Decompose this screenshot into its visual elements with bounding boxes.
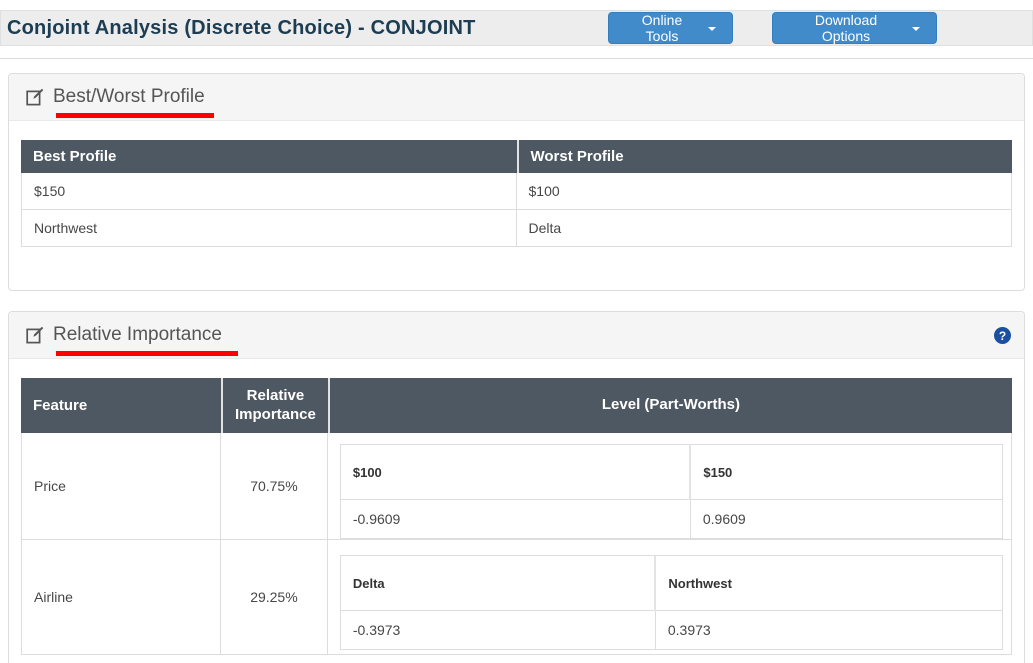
- relative-importance-panel-body: Feature Relative Importance Level (Part-…: [9, 359, 1024, 655]
- worst-profile-price-cell: $100: [517, 173, 1013, 210]
- price-levels-table: $100 $150 -0.9609 0.9609: [340, 444, 1003, 539]
- level-header: $150: [690, 445, 1002, 500]
- best-profile-price-cell: $150: [21, 173, 517, 210]
- best-worst-table: Best Profile Worst Profile $150 $100 Nor…: [21, 140, 1012, 247]
- download-options-button[interactable]: Download Options: [772, 12, 937, 44]
- level-header: $100: [340, 445, 690, 500]
- part-worth-value: -0.9609: [340, 500, 690, 539]
- section-heading: Relative Importance: [53, 324, 222, 346]
- feature-name-cell: Price: [21, 433, 221, 540]
- red-underline: [56, 351, 238, 356]
- table-row: $150 $100: [21, 173, 1012, 210]
- relative-importance-panel: Relative Importance ? Feature Relative I…: [8, 311, 1025, 663]
- edit-pencil-icon[interactable]: [26, 326, 44, 344]
- best-worst-panel-heading: Best/Worst Profile: [9, 74, 1024, 121]
- level-header: Northwest: [655, 556, 1002, 611]
- relative-importance-table: Feature Relative Importance Level (Part-…: [21, 378, 1012, 655]
- toolbar: Online Tools Download Options: [608, 12, 937, 44]
- level-part-worths-cell: Delta Northwest -0.3973 0.3973: [328, 540, 1012, 655]
- part-worth-value: -0.3973: [340, 611, 655, 650]
- column-header-best-profile: Best Profile: [21, 140, 517, 173]
- section-heading: Best/Worst Profile: [53, 86, 205, 108]
- best-profile-airline-cell: Northwest: [21, 210, 517, 247]
- feature-row-airline: Airline 29.25% Delta Northwest: [21, 540, 1012, 655]
- column-header-relative-importance: Relative Importance: [221, 378, 328, 433]
- feature-name-cell: Airline: [21, 540, 221, 655]
- online-tools-button[interactable]: Online Tools: [608, 12, 733, 44]
- importance-value-cell: 29.25%: [221, 540, 328, 655]
- airline-levels-table: Delta Northwest -0.3973 0.3973: [340, 555, 1003, 650]
- importance-value-cell: 70.75%: [221, 433, 328, 540]
- worst-profile-airline-cell: Delta: [517, 210, 1013, 247]
- title-bar: Conjoint Analysis (Discrete Choice) - CO…: [0, 10, 1033, 46]
- column-header-worst-profile: Worst Profile: [517, 140, 1013, 173]
- horizontal-divider: [0, 58, 1033, 59]
- column-header-feature: Feature: [21, 378, 221, 433]
- column-header-level-part-worths: Level (Part-Worths): [328, 378, 1012, 433]
- best-worst-profile-panel: Best/Worst Profile Best Profile Worst Pr…: [8, 73, 1025, 291]
- edit-pencil-icon[interactable]: [26, 88, 44, 106]
- online-tools-label: Online Tools: [625, 12, 699, 44]
- page-title: Conjoint Analysis (Discrete Choice) - CO…: [7, 17, 476, 40]
- table-row: Northwest Delta: [21, 210, 1012, 247]
- caret-down-icon: [912, 27, 920, 31]
- feature-row-price: Price 70.75% $100 $150: [21, 433, 1012, 540]
- level-header: Delta: [340, 556, 655, 611]
- download-options-label: Download Options: [789, 12, 903, 44]
- part-worth-value: 0.3973: [655, 611, 1002, 650]
- caret-down-icon: [708, 27, 716, 31]
- relative-importance-panel-heading: Relative Importance ?: [9, 312, 1024, 359]
- level-part-worths-cell: $100 $150 -0.9609 0.9609: [328, 433, 1012, 540]
- red-underline: [56, 113, 214, 118]
- part-worth-value: 0.9609: [690, 500, 1002, 539]
- best-worst-panel-body: Best Profile Worst Profile $150 $100 Nor…: [9, 121, 1024, 247]
- help-icon[interactable]: ?: [994, 327, 1011, 344]
